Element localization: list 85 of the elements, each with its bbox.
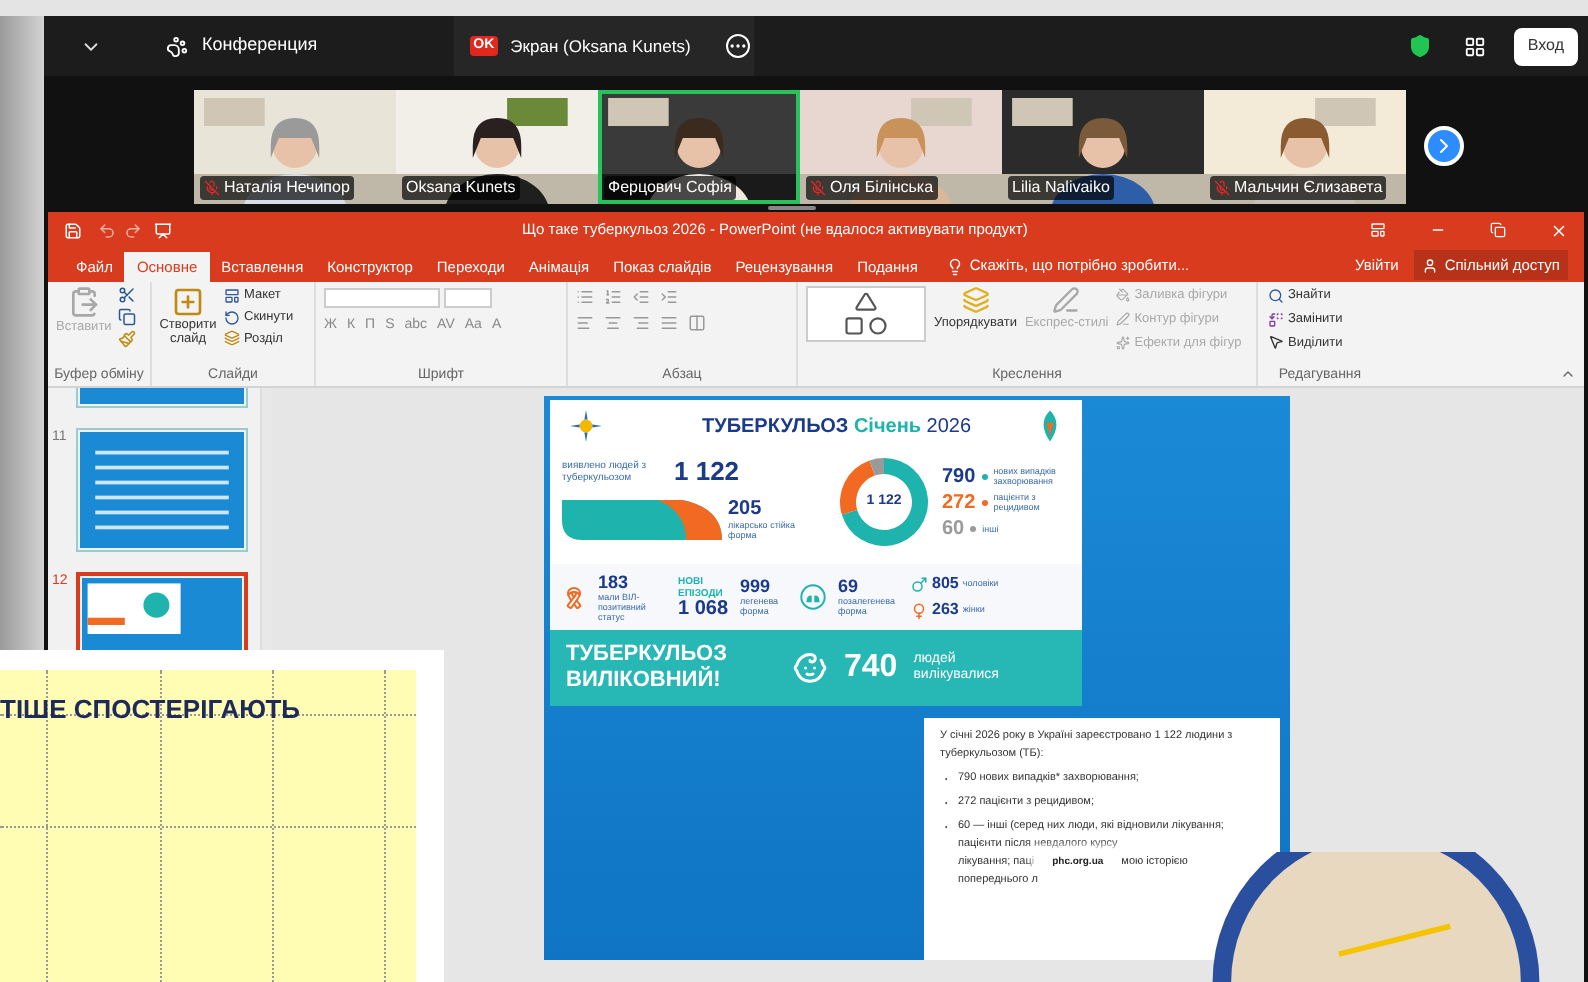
reset-icon (224, 309, 240, 326)
participant-name: Оля Білінська (830, 176, 934, 200)
shield-icon (1407, 34, 1432, 58)
decrease-indent-icon[interactable] (632, 288, 650, 306)
slideshow-icon[interactable] (154, 221, 172, 239)
search-icon (1268, 287, 1284, 304)
hiv-value: 183 (598, 573, 631, 591)
meeting-title: Конференция (202, 32, 318, 59)
bullets-icon[interactable] (576, 288, 594, 306)
participant-video[interactable]: Oksana Kunets (396, 90, 598, 204)
drag-handle[interactable] (768, 206, 816, 210)
child-icon (792, 650, 828, 686)
legend-swatch (981, 499, 988, 505)
undo-icon[interactable] (98, 221, 116, 239)
font-size-field[interactable] (444, 288, 492, 308)
arrange-icon (961, 286, 990, 314)
participant-name: Oksana Kunets (406, 176, 516, 200)
paw-icon (166, 35, 188, 57)
new-slide-icon (172, 286, 204, 318)
shapes-gallery[interactable] (806, 286, 926, 342)
card-heading: ТІШЕ СПОСТЕРІГАЮТЬ (0, 692, 301, 728)
user-icon (1422, 257, 1439, 273)
more-icon[interactable] (725, 34, 750, 58)
legend-value: 272 (942, 491, 976, 513)
infographic-title: ТУБЕРКУЛЬОЗ Січень 2026 (702, 413, 972, 441)
lungs-icon (800, 584, 827, 610)
participant-name: Ферцович Софія (608, 176, 732, 200)
sun-logo-icon (570, 410, 602, 442)
participant-video[interactable]: Мальчин Єлизавета (1204, 90, 1406, 204)
awareness-ribbon-icon (562, 585, 586, 609)
grid-icon[interactable] (1463, 35, 1486, 57)
male-icon (910, 575, 929, 593)
participant-video[interactable]: Ферцович Софія (598, 90, 800, 204)
copy-icon[interactable] (117, 308, 136, 326)
cured-value: 740 (844, 648, 898, 688)
numbering-icon[interactable] (604, 288, 622, 306)
restore-icon[interactable] (1490, 222, 1506, 238)
clipboard-icon (67, 286, 100, 318)
replace-icon (1268, 311, 1284, 328)
pen-icon (1116, 312, 1131, 327)
legend-value: 790 (942, 465, 976, 487)
collapse-ribbon-icon[interactable] (1560, 366, 1576, 382)
female-icon (910, 601, 929, 619)
section-icon (224, 330, 240, 347)
align-right-icon[interactable] (632, 314, 650, 332)
banner-title: ТУБЕРКУЛЬОЗ ВИЛІКОВНИЙ! (566, 642, 729, 694)
resistant-value: 205 (728, 499, 764, 519)
columns-icon[interactable] (688, 314, 706, 332)
sparkles-icon (1116, 335, 1131, 350)
participant-name: Наталія Нечипор (224, 176, 350, 200)
save-icon[interactable] (64, 221, 82, 239)
lightbulb-icon (945, 258, 964, 276)
paint-bucket-icon (1116, 288, 1131, 303)
participant-name: Lilia Nalivaiko (1012, 176, 1110, 200)
men-value: 805 (932, 572, 959, 596)
legend-swatch (981, 473, 988, 479)
close-icon[interactable] (1550, 221, 1568, 239)
increase-indent-icon[interactable] (660, 288, 678, 306)
extra-pulmonary-value: 69 (838, 578, 861, 596)
ribbon-display-icon[interactable] (1370, 222, 1386, 238)
pen-icon (1052, 286, 1081, 314)
layout-icon (224, 287, 240, 304)
justify-icon[interactable] (660, 314, 678, 332)
cut-icon[interactable] (117, 286, 136, 304)
align-center-icon[interactable] (604, 314, 622, 332)
pointer-icon (1268, 334, 1284, 351)
slide-thumbnail[interactable] (76, 428, 248, 552)
participant-video[interactable]: Наталія Нечипор (194, 90, 396, 204)
pulmonary-value: 999 (740, 578, 773, 596)
share-title: Экран (Oksana Kunets) (510, 33, 691, 59)
ribbon-logo-icon (1038, 408, 1062, 444)
legend-swatch (970, 525, 977, 531)
detected-value: 1 122 (674, 454, 740, 490)
redo-icon[interactable] (124, 221, 142, 239)
episodes-value: 1 068 (678, 599, 729, 619)
font-name-field[interactable] (324, 288, 440, 308)
participant-video[interactable]: Lilia Nalivaiko (1002, 90, 1204, 204)
participant-video[interactable]: Оля Білінська (800, 90, 1002, 204)
format-painter-icon[interactable] (117, 330, 136, 348)
women-value: 263 (932, 598, 959, 622)
participant-name: Мальчин Єлизавета (1234, 176, 1383, 200)
next-page-button[interactable] (1424, 126, 1464, 166)
login-button[interactable]: Вход (1513, 27, 1578, 65)
align-left-icon[interactable] (576, 314, 594, 332)
legend-value: 60 (942, 517, 965, 539)
